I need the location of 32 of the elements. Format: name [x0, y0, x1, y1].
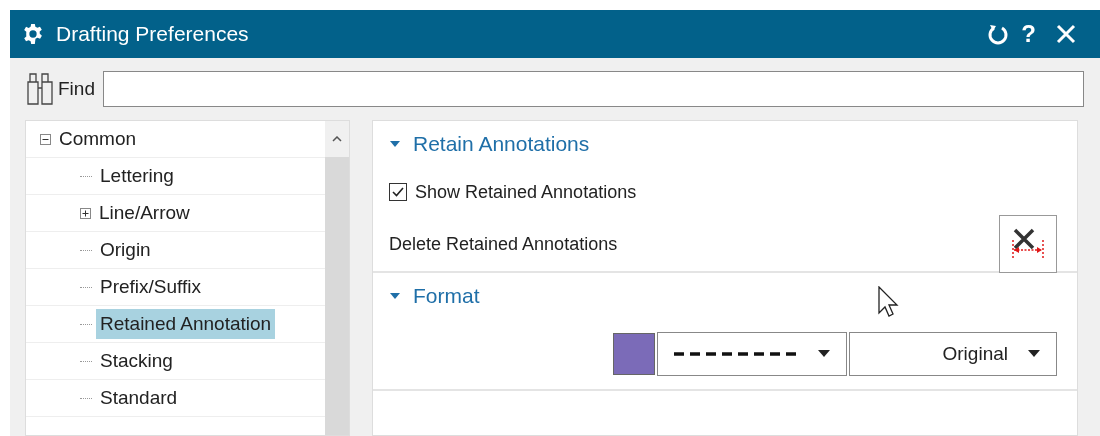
section-header[interactable]: Format: [413, 280, 480, 312]
checkbox-label: Show Retained Annotations: [415, 180, 637, 204]
tree-item[interactable]: Line/Arrow: [95, 198, 194, 228]
line-style-dropdown[interactable]: [657, 332, 847, 376]
tree-item[interactable]: Retained Annotation: [96, 309, 276, 339]
find-label: Find: [58, 76, 95, 101]
tree-item[interactable]: Common: [55, 124, 141, 154]
color-swatch[interactable]: [613, 333, 655, 375]
tree-item[interactable]: Origin: [96, 235, 155, 265]
tree-item[interactable]: Standard: [96, 383, 182, 413]
settings-icon: [22, 23, 44, 45]
reset-icon[interactable]: [987, 23, 1010, 45]
tree-item[interactable]: Lettering: [96, 161, 178, 191]
window-title: Drafting Preferences: [56, 21, 250, 48]
section-header[interactable]: Retain Annotations: [413, 128, 590, 160]
line-width-dropdown[interactable]: Original: [849, 332, 1057, 376]
binoculars-icon: [26, 72, 54, 106]
action-label: Delete Retained Annotations: [389, 232, 618, 256]
help-button[interactable]: ?: [1021, 16, 1036, 52]
checkbox[interactable]: [389, 183, 407, 201]
close-icon[interactable]: [1056, 24, 1076, 44]
tree-item[interactable]: Stacking: [96, 346, 177, 376]
expand-toggle[interactable]: [80, 207, 91, 219]
tree-item[interactable]: Prefix/Suffix: [96, 272, 206, 302]
collapse-toggle[interactable]: [40, 133, 51, 145]
dropdown-caret-icon: [818, 350, 830, 358]
scroll-up-icon[interactable]: [332, 136, 342, 142]
scrollbar[interactable]: [325, 121, 349, 435]
mouse-cursor-icon: [878, 286, 900, 318]
find-field[interactable]: [102, 71, 1084, 107]
dropdown-caret-icon: [1028, 350, 1040, 358]
delete-annotations-button[interactable]: [999, 215, 1057, 273]
